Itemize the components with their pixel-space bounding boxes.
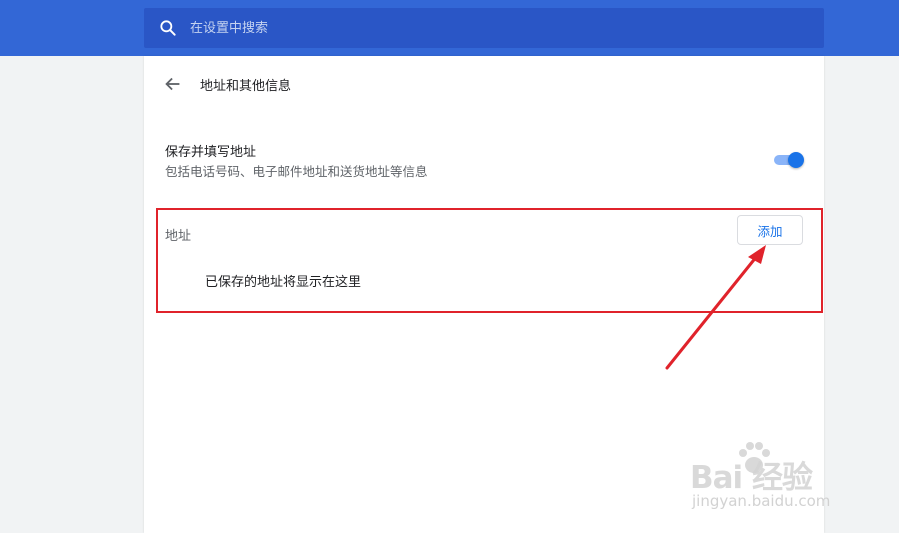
watermark-logo: Bai 经验 [690,460,813,496]
baidu-jingyan-watermark: Bai 经验 jingyan.baidu.com [690,438,855,518]
watermark-url: jingyan.baidu.com [692,492,831,510]
